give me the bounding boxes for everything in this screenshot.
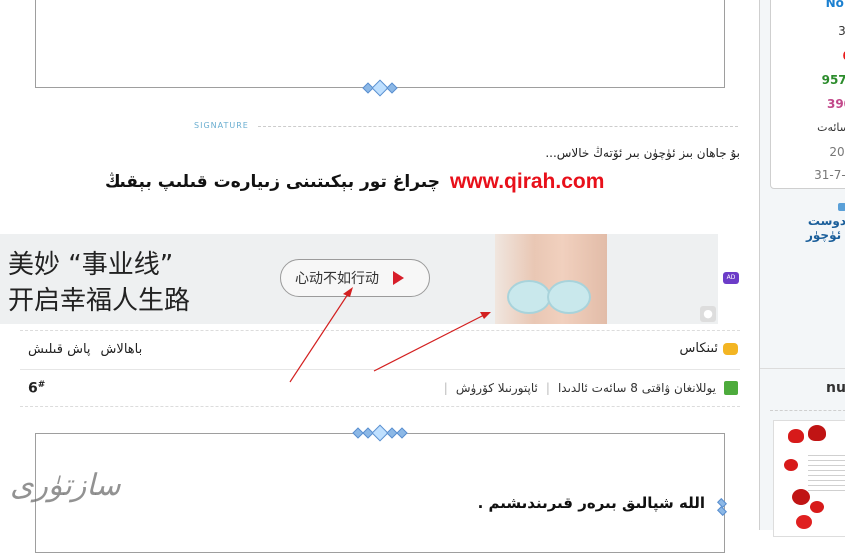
online-status-icon <box>724 381 738 395</box>
avatar-image[interactable] <box>773 420 845 537</box>
stat-6: 20-5- <box>829 145 845 159</box>
post-actions-left: باھالاش پاش قىلىش <box>28 342 142 357</box>
ad-cta-label: 心动不如行动 <box>295 271 379 287</box>
sidebar: No. 5 341 0 9577 390 : سائەت 20-5- 31-7-… <box>759 0 845 537</box>
signature-label: SIGNATURE <box>194 121 249 130</box>
friend-icon <box>838 203 845 211</box>
stat-1: 341 <box>838 24 845 38</box>
ad-headline-2: 开启幸福人生路 <box>8 286 191 316</box>
post-body <box>35 433 725 553</box>
signature-divider <box>258 126 738 127</box>
rate-link[interactable]: باھالاش <box>101 342 143 357</box>
watermark-logo: سازتۈرى <box>10 468 121 503</box>
ad-cta-button[interactable]: 心动不如行动 <box>280 259 430 297</box>
sidebar-section-divider <box>770 410 845 411</box>
hide-link[interactable]: پاش قىلىش <box>28 342 91 357</box>
ad-headline-1: 美妙 “事业线” <box>8 250 174 280</box>
stat-5: سائەت <box>817 121 845 134</box>
post-number-value: 6 <box>28 380 38 397</box>
stat-3: 9577 <box>821 73 845 87</box>
ad-banner[interactable]: 美妙 “事业线” 开启幸福人生路 心动不如行动 ● <box>0 234 718 324</box>
view-author-only-link[interactable]: ئاپتورنىلا كۆرۈش <box>456 381 538 395</box>
comment-icon <box>723 342 738 355</box>
stat-4: 390 : <box>826 97 845 111</box>
post-content: الله شپالىق بىرەر قىرىندىشىم . <box>477 494 705 512</box>
ad-model-photo <box>495 234 607 324</box>
reply-action[interactable]: ئىنكاس <box>680 341 738 356</box>
post-number-hash: # <box>37 380 46 390</box>
user-stats-box: No. 5 341 0 9577 390 : سائەت 20-5- 31-7-… <box>770 0 845 189</box>
post-action-bar: باھالاش پاش قىلىش ئىنكاس <box>20 330 740 370</box>
post-header: 6# يوللانغان ۋاقتى 8 سائەت ئالدىدا | ئاپ… <box>20 372 740 407</box>
stat-7: 31-7-20 <box>814 168 845 182</box>
play-arrow-icon <box>393 271 404 285</box>
reply-label: ئىنكاس <box>679 341 718 356</box>
ornament-icon <box>360 79 400 97</box>
post-time: يوللانغان ۋاقتى 8 سائەت ئالدىدا <box>557 381 716 395</box>
stat-number: No. 5 <box>825 0 845 10</box>
signature-line: بۇ جاھان بىز ئۈچۈن بىر ئۆتەڭ خالاس... <box>545 146 740 160</box>
ad-badge: AD <box>723 272 739 284</box>
add-friend-link[interactable]: دوست <box>806 200 845 228</box>
sidebar-next-user: nu <box>826 380 845 396</box>
ornament-icon <box>712 498 732 516</box>
signature-url-link[interactable]: www.qirah.com <box>450 170 604 194</box>
ornament-icon <box>348 424 412 442</box>
previous-post-body <box>35 0 725 88</box>
post-number[interactable]: 6# <box>28 380 45 397</box>
signature-slogan: چىراغ تور بېكىتىنى زىيارەت قىلىپ بېقىڭ <box>105 172 440 192</box>
signature-promo: www.qirah.com چىراغ تور بېكىتىنى زىيارەت… <box>105 170 604 194</box>
add-friend-label: دوست <box>807 214 845 228</box>
paw-icon: ● <box>700 306 716 322</box>
message-label: ئۈچۈر <box>806 228 842 242</box>
post-meta: يوللانغان ۋاقتى 8 سائەت ئالدىدا | ئاپتور… <box>444 381 738 395</box>
sidebar-section-divider <box>760 368 845 369</box>
send-message-link[interactable]: ئۈچۈر <box>806 228 841 242</box>
